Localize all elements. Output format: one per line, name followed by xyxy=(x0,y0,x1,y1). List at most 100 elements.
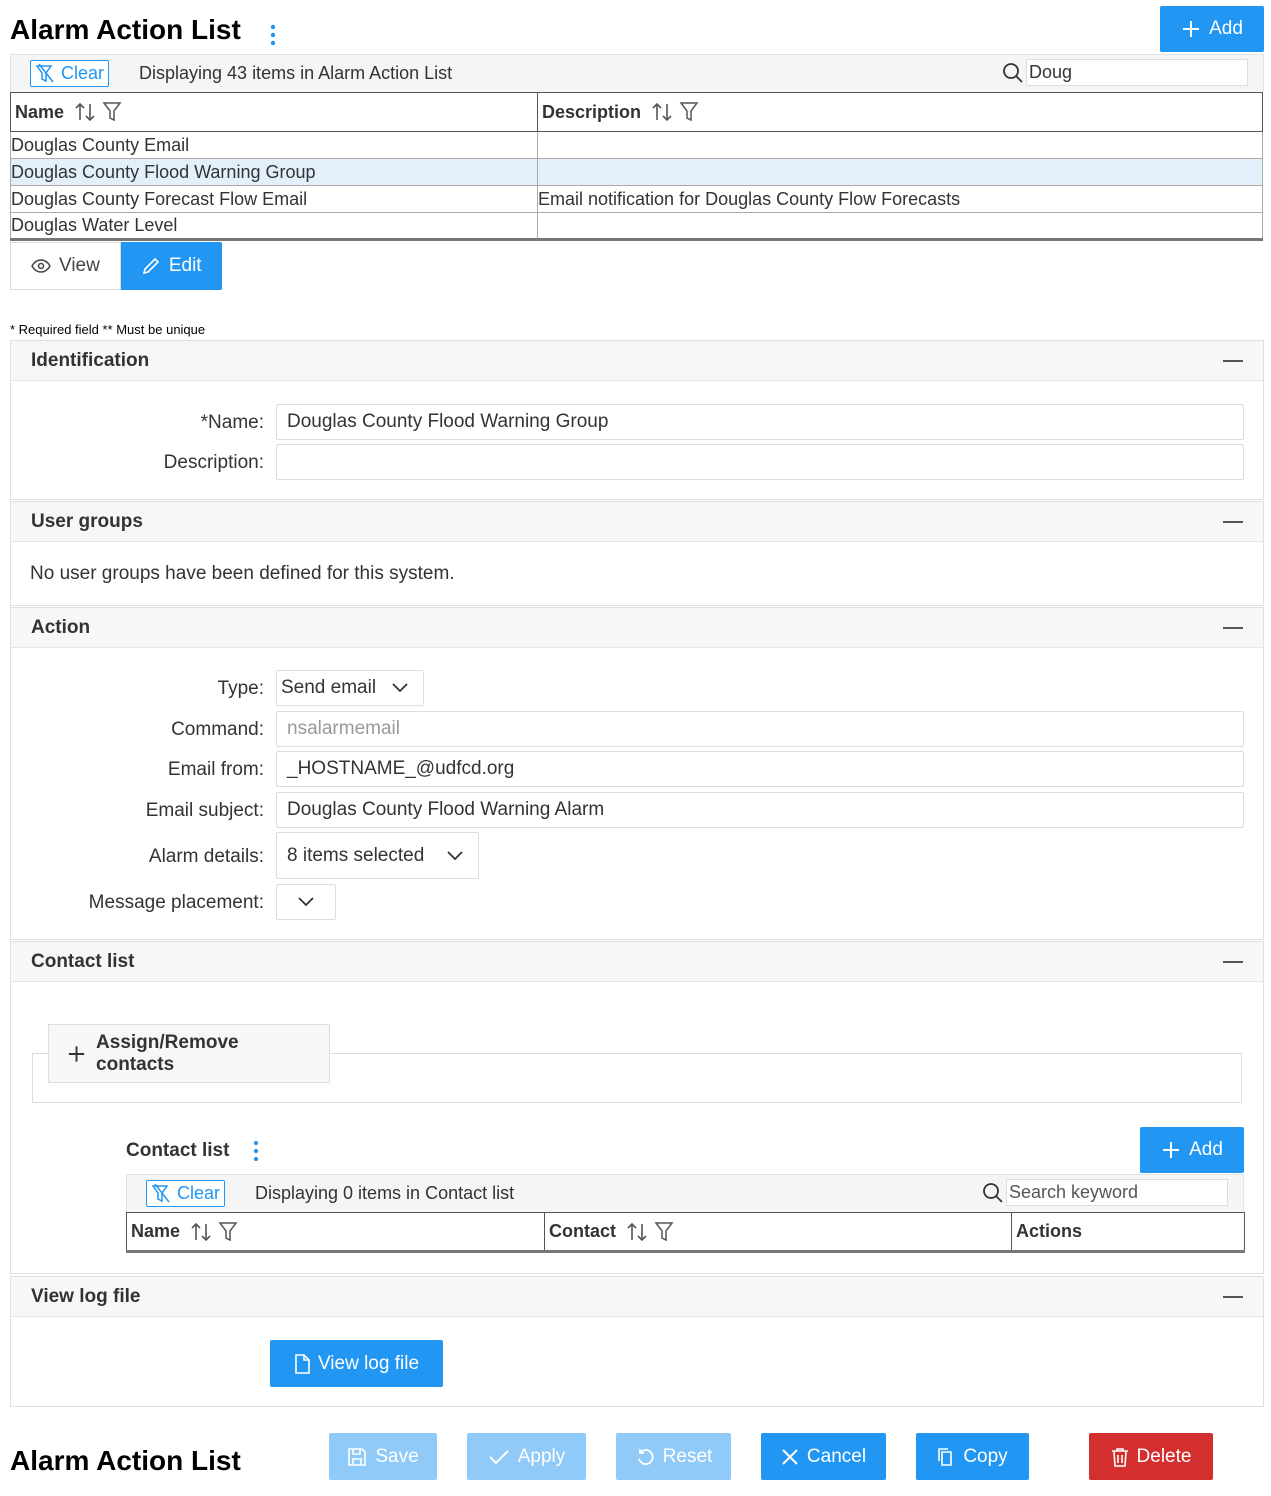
cell-description xyxy=(537,131,1263,159)
cell-name: Douglas County Forecast Flow Email xyxy=(10,185,538,213)
cancel-button[interactable]: Cancel xyxy=(761,1433,886,1480)
type-dropdown[interactable]: Send email xyxy=(276,670,424,706)
email-subject-input[interactable]: Douglas County Flood Warning Alarm xyxy=(276,792,1244,828)
contact-display-count-text: Displaying 0 items in Contact list xyxy=(255,1183,515,1203)
plus-icon xyxy=(68,1045,85,1062)
user-groups-panel-header[interactable]: User groups xyxy=(11,502,1263,542)
contact-search-input[interactable] xyxy=(1006,1179,1228,1206)
contact-list-title: Contact list xyxy=(126,1140,230,1161)
sort-icon[interactable] xyxy=(626,1221,648,1243)
contact-list-panel-header[interactable]: Contact list xyxy=(11,942,1263,982)
assign-remove-contacts-button[interactable]: Assign/Remove contacts xyxy=(48,1024,330,1083)
view-log-file-label: View log file xyxy=(317,1352,420,1374)
reset-button[interactable]: Reset xyxy=(616,1433,731,1480)
sort-icon[interactable] xyxy=(651,101,673,123)
clear-filter-button[interactable]: Clear xyxy=(30,60,110,87)
name-input[interactable]: Douglas County Flood Warning Group xyxy=(276,404,1244,440)
list-search-input[interactable] xyxy=(1026,59,1248,86)
cell-description: Email notification for Douglas County Fl… xyxy=(537,185,1263,213)
column-header-label: Contact xyxy=(549,1221,616,1241)
close-icon xyxy=(782,1448,798,1465)
cell-name: Douglas County Flood Warning Group xyxy=(10,158,538,186)
plus-icon xyxy=(1183,21,1200,37)
edit-button-label: Edit xyxy=(168,255,202,276)
panel-title: Contact list xyxy=(31,950,135,972)
description-input[interactable] xyxy=(276,444,1244,480)
copy-button-label: Copy xyxy=(963,1445,1008,1467)
reset-button-label: Reset xyxy=(662,1445,713,1467)
edit-button[interactable]: Edit xyxy=(120,242,222,290)
email-from-label: Email from: xyxy=(167,759,264,780)
identification-panel-header[interactable]: Identification xyxy=(11,341,1263,381)
pencil-icon xyxy=(142,257,159,275)
column-header-name[interactable]: Name xyxy=(10,92,538,132)
filter-icon[interactable] xyxy=(654,1221,674,1243)
collapse-icon[interactable] xyxy=(1223,359,1243,362)
save-button-label: Save xyxy=(375,1445,419,1467)
trash-icon xyxy=(1111,1447,1128,1467)
contact-search xyxy=(982,1179,1228,1206)
delete-button-label: Delete xyxy=(1136,1445,1192,1467)
add-button[interactable]: Add xyxy=(1160,6,1264,52)
chevron-down-icon xyxy=(298,897,314,907)
cell-description xyxy=(537,212,1263,240)
copy-button[interactable]: Copy xyxy=(916,1433,1029,1480)
filter-icon[interactable] xyxy=(102,101,122,123)
clear-filter-label: Clear xyxy=(61,63,105,83)
add-contact-button[interactable]: Add xyxy=(1140,1127,1244,1173)
column-header-label: Name xyxy=(131,1221,181,1241)
sort-icon[interactable] xyxy=(74,101,96,123)
view-button[interactable]: View xyxy=(10,242,121,290)
cancel-button-label: Cancel xyxy=(806,1445,867,1467)
delete-button[interactable]: Delete xyxy=(1089,1433,1213,1480)
check-icon xyxy=(489,1449,509,1464)
message-placement-label: Message placement: xyxy=(88,892,264,913)
column-header-name[interactable]: Name xyxy=(126,1212,545,1252)
panel-title: Identification xyxy=(31,349,150,371)
required-field-note: * Required field ** Must be unique xyxy=(10,322,206,337)
user-groups-panel: User groups xyxy=(10,501,1264,606)
collapse-icon[interactable] xyxy=(1223,626,1243,629)
table-row[interactable]: Douglas Water Level xyxy=(10,212,1263,240)
column-header-label: Actions xyxy=(1016,1221,1083,1241)
more-options-icon[interactable] xyxy=(263,22,283,48)
collapse-icon[interactable] xyxy=(1223,520,1243,523)
eye-icon xyxy=(31,259,51,273)
alarm-action-table: Name Description Douglas County Email Do… xyxy=(10,92,1263,241)
page-title: Alarm Action List xyxy=(10,14,241,45)
file-icon xyxy=(295,1353,310,1374)
action-panel-header[interactable]: Action xyxy=(11,608,1263,648)
sort-icon[interactable] xyxy=(190,1221,212,1243)
filter-icon[interactable] xyxy=(218,1221,238,1243)
table-row[interactable]: Douglas County Forecast Flow Email Email… xyxy=(10,185,1263,213)
message-placement-dropdown[interactable] xyxy=(276,884,336,920)
plus-icon xyxy=(1163,1142,1180,1158)
collapse-icon[interactable] xyxy=(1223,1295,1243,1298)
email-subject-label: Email subject: xyxy=(145,800,264,821)
column-header-description[interactable]: Description xyxy=(537,92,1263,132)
cell-name: Douglas Water Level xyxy=(10,212,538,240)
contact-clear-filter-button[interactable]: Clear xyxy=(146,1180,226,1207)
collapse-icon[interactable] xyxy=(1223,960,1243,963)
cell-description xyxy=(537,158,1263,186)
table-row[interactable]: Douglas County Email xyxy=(10,131,1263,159)
table-row-selected[interactable]: Douglas County Flood Warning Group xyxy=(10,158,1263,186)
column-header-contact[interactable]: Contact xyxy=(544,1212,1012,1252)
chevron-down-icon xyxy=(447,850,463,860)
footer-title: Alarm Action List xyxy=(10,1445,241,1476)
name-label: *Name: xyxy=(200,412,264,433)
apply-button[interactable]: Apply xyxy=(467,1433,586,1480)
view-log-panel-header[interactable]: View log file xyxy=(11,1277,1263,1317)
clear-filter-label: Clear xyxy=(177,1183,221,1203)
email-from-input[interactable]: _HOSTNAME_@udfcd.org xyxy=(276,751,1244,787)
more-options-icon[interactable] xyxy=(247,1139,265,1163)
alarm-details-multiselect[interactable]: 8 items selected xyxy=(276,832,479,879)
description-label: Description: xyxy=(163,452,264,473)
save-button[interactable]: Save xyxy=(329,1433,437,1480)
panel-title: User groups xyxy=(31,510,143,532)
view-log-file-button[interactable]: View log file xyxy=(270,1340,443,1387)
type-dropdown-value: Send email xyxy=(281,677,377,698)
apply-button-label: Apply xyxy=(517,1445,566,1467)
type-label: Type: xyxy=(217,678,264,699)
filter-icon[interactable] xyxy=(679,101,699,123)
